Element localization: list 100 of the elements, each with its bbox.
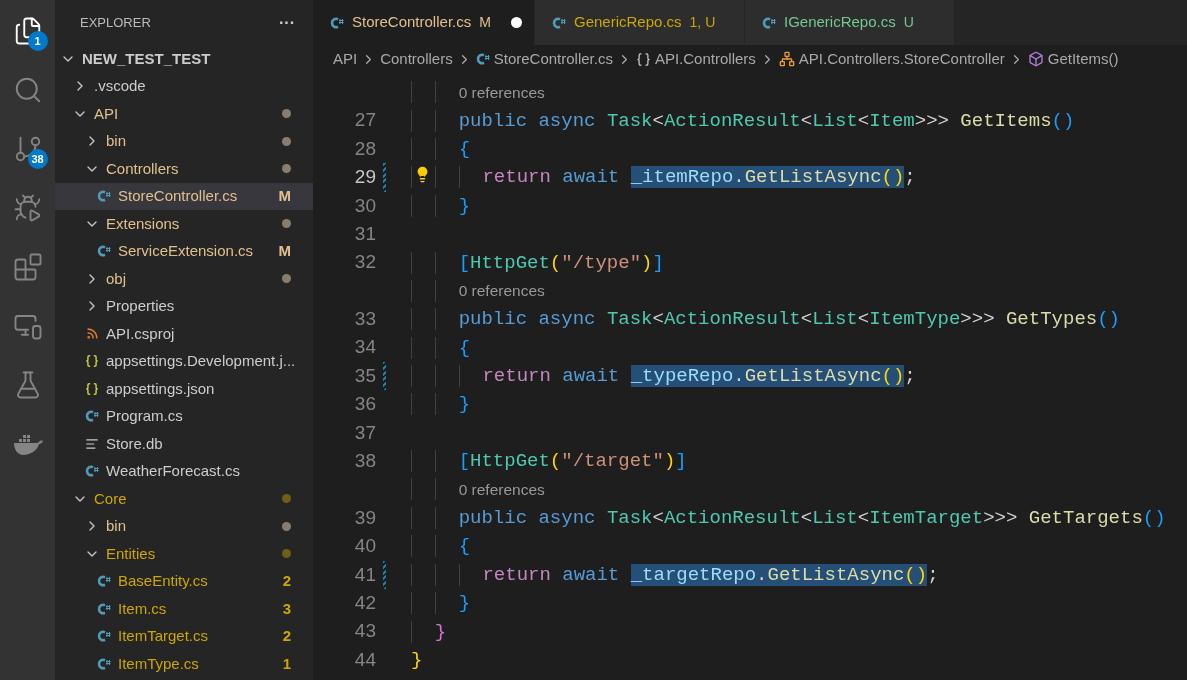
file-name: appsettings.json [106, 378, 215, 399]
line-number: 44 [353, 647, 376, 672]
editor-tab[interactable]: IGenericRepo.cs U [745, 0, 955, 45]
line-number: 39 [353, 505, 376, 530]
breadcrumb-item[interactable]: API.Controllers [654, 47, 756, 71]
code-line: [HttpGet("/target")] [411, 448, 687, 475]
line-number: 33 [353, 307, 376, 332]
cube-icon [1027, 51, 1044, 67]
file-name: ItemTarget.cs [118, 626, 209, 646]
folder-row[interactable]: Controllers [55, 155, 313, 183]
activity-item[interactable]: 38 [7, 132, 48, 166]
csharp-icon [97, 657, 111, 670]
folder-name: bin [106, 516, 127, 536]
code-line: } [411, 618, 447, 645]
file-row[interactable]: appsettings.Development.j... [55, 347, 313, 375]
file-row[interactable]: WeatherForecast.cs [55, 457, 313, 485]
code-line: } [411, 590, 471, 617]
file-row[interactable]: StoreController.cs M [55, 182, 313, 210]
file-row[interactable]: BaseEntity.cs 2 [55, 567, 313, 595]
breadcrumb-item[interactable]: API [333, 47, 358, 71]
line-number: 36 [353, 392, 376, 417]
line-number: 37 [353, 420, 376, 445]
code-line: { [411, 334, 471, 361]
file-row[interactable]: Store.db [55, 430, 313, 458]
file-name: StoreController.cs [118, 186, 238, 206]
line-number: 34 [353, 335, 376, 360]
editor-tab[interactable]: GenericRepo.cs 1, U [535, 0, 745, 45]
status-letter: M [278, 241, 291, 261]
file-row[interactable]: Program.cs [55, 402, 313, 430]
class-icon [778, 51, 795, 67]
folder-row[interactable]: Properties [55, 292, 313, 320]
status-letter: M [278, 186, 291, 206]
csharp-icon [85, 410, 99, 423]
file-row[interactable]: API.csproj [55, 320, 313, 348]
breadcrumb-item[interactable]: Controllers [380, 47, 453, 71]
file-row[interactable]: ItemType.cs 1 [55, 650, 313, 678]
folder-row[interactable]: bin [55, 127, 313, 155]
whale-icon [11, 432, 44, 456]
line-number: 27 [353, 108, 376, 133]
file-name: Store.db [106, 433, 163, 454]
tab-label: GenericRepo.cs [574, 12, 682, 33]
folder-row[interactable]: Core [55, 485, 313, 513]
tab-label: StoreController.cs [352, 12, 472, 33]
status-letter: 3 [282, 598, 291, 619]
csharp-icon [475, 53, 490, 65]
codelens-text[interactable]: 0 references [458, 279, 545, 303]
file-name: appsettings.Development.j... [106, 351, 296, 371]
folder-name: Properties [106, 296, 175, 316]
status-letter: 2 [282, 571, 291, 591]
file-row[interactable]: Item.cs 3 [55, 595, 313, 623]
count-badge: 1 [27, 31, 48, 51]
code-line: } [411, 192, 471, 219]
folder-name: Entities [106, 543, 156, 564]
folder-name: bin [106, 131, 127, 151]
file-name: ServiceExtension.cs [118, 241, 254, 261]
breadcrumb-item[interactable]: API.Controllers.StoreController [798, 47, 1005, 71]
breadcrumb-item[interactable]: StoreController.cs [493, 47, 613, 71]
line-number: 29 [353, 165, 376, 190]
folder-row[interactable]: NEW_TEST_TEST [55, 45, 313, 73]
more-actions[interactable]: ··· [279, 10, 295, 35]
codelens-text[interactable]: 0 references [458, 478, 545, 502]
csharp-icon [85, 465, 99, 478]
folder-row[interactable]: API [55, 100, 313, 128]
folder-row[interactable]: Extensions [55, 210, 313, 238]
file-name: API.csproj [106, 323, 175, 344]
file-row[interactable]: ServiceExtension.cs M [55, 237, 313, 265]
line-number: 32 [353, 250, 376, 275]
bug-play-icon [12, 193, 43, 223]
file-name: Program.cs [106, 406, 183, 426]
code-line: [HttpGet("/type")] [411, 249, 664, 276]
braces-icon [85, 381, 99, 396]
folder-name: Extensions [106, 213, 180, 234]
code-line: public async Task<ActionResult<List<ItemTarget>>> GetTargets() [411, 505, 1166, 532]
file-name: Item.cs [118, 598, 167, 619]
tab-label: IGenericRepo.cs [784, 12, 896, 33]
line-number: 28 [353, 136, 376, 161]
file-name: ItemType.cs [118, 653, 199, 674]
folder-row[interactable]: .vscode [55, 72, 313, 100]
codelens-text[interactable]: 0 references [458, 80, 545, 104]
file-name: WeatherForecast.cs [106, 461, 240, 481]
line-number: 43 [353, 619, 376, 644]
folder-row[interactable]: obj [55, 265, 313, 293]
lines-icon [85, 436, 99, 451]
line-number: 31 [353, 221, 376, 246]
line-number: 38 [353, 449, 376, 474]
code-line: } [411, 391, 471, 418]
folder-row[interactable]: bin [55, 512, 313, 540]
folder-row[interactable]: Entities [55, 540, 313, 568]
folder-name: Controllers [106, 158, 179, 179]
editor-tab[interactable]: StoreController.cs M [313, 0, 535, 45]
activity-item[interactable]: 1 [7, 14, 48, 48]
file-row[interactable]: appsettings.json [55, 375, 313, 403]
breadcrumb-item[interactable]: GetItems() [1047, 47, 1119, 71]
file-row[interactable]: ItemTarget.cs 2 [55, 622, 313, 650]
code-line: public async Task<ActionResult<List<ItemType>>> GetTypes() [411, 306, 1120, 333]
line-number: 42 [353, 591, 376, 615]
csharp-icon [97, 630, 111, 643]
line-number: 40 [353, 534, 376, 559]
csharp-icon [97, 575, 111, 588]
status-letter: 1 [282, 653, 291, 674]
